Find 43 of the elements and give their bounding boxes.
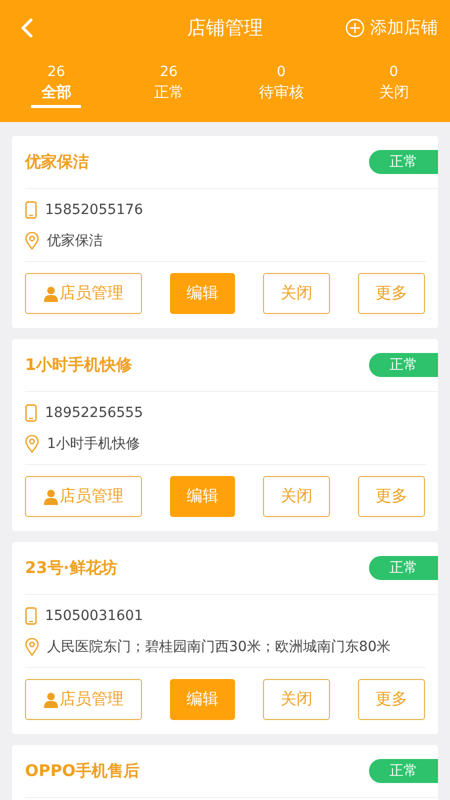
action-button[interactable]: 更多 [358, 679, 425, 720]
status-badge: 正常 [369, 353, 438, 377]
status-badge: 正常 [369, 556, 438, 580]
person-icon [44, 286, 58, 302]
shop-name: 优家保洁 [25, 152, 89, 172]
edit-button[interactable]: 编辑 [170, 273, 235, 314]
shop-name: 23号·鲜花坊 [25, 558, 118, 578]
filter-tab[interactable]: 0 关闭 [338, 55, 450, 122]
add-shop-button[interactable]: 添加店铺 [345, 16, 438, 39]
action-button[interactable]: 关闭 [263, 273, 330, 314]
location-icon [25, 232, 39, 250]
status-badge: 正常 [369, 150, 438, 174]
shop-address: 1小时手机快修 [47, 434, 140, 452]
person-icon [44, 488, 58, 504]
action-button[interactable]: 关闭 [263, 679, 330, 720]
action-button[interactable]: 更多 [358, 476, 425, 517]
add-icon [345, 18, 365, 38]
phone-icon [25, 404, 37, 422]
location-icon [25, 638, 39, 656]
back-button[interactable] [20, 18, 34, 38]
status-badge: 正常 [369, 759, 438, 783]
shop-name: 1小时手机快修 [25, 354, 132, 376]
phone-icon [25, 606, 37, 624]
shop-address: 优家保洁 [47, 232, 103, 250]
phone-number: 18952256555 [45, 404, 143, 420]
staff-button[interactable]: 店员管理 [25, 273, 142, 314]
shop-name: OPPO手机售后 [25, 760, 140, 782]
filter-tab[interactable]: 0 待审核 [225, 55, 338, 122]
action-button[interactable]: 更多 [358, 273, 425, 314]
filter-tab[interactable]: 26 正常 [112, 55, 225, 122]
edit-button[interactable]: 编辑 [170, 679, 235, 720]
action-button[interactable]: 关闭 [263, 476, 330, 517]
page-title: 店铺管理 [187, 16, 263, 40]
location-icon [25, 434, 39, 452]
staff-button[interactable]: 店员管理 [25, 679, 142, 720]
shop-address: 人民医院东门；碧桂园南门西30米；欧洲城南门东80米 [47, 638, 391, 656]
phone-icon [25, 200, 37, 218]
edit-button[interactable]: 编辑 [170, 476, 235, 517]
phone-number: 15050031601 [45, 608, 143, 624]
person-icon [44, 692, 58, 708]
staff-button[interactable]: 店员管理 [25, 476, 142, 517]
filter-tab[interactable]: 26 全部 [0, 55, 112, 122]
phone-number: 15852055176 [45, 202, 143, 218]
